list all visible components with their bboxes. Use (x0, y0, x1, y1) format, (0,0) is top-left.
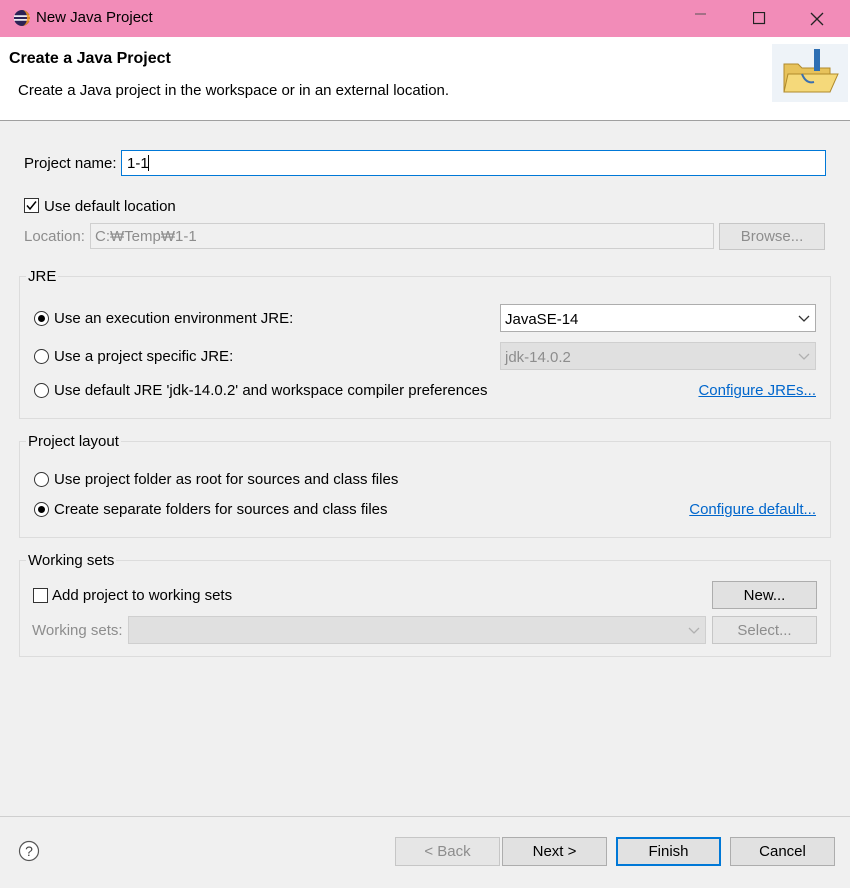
project-name-label: Project name: (24, 155, 117, 172)
layout-separate-radio[interactable] (34, 502, 49, 517)
select-working-sets-button[interactable]: Select... (712, 616, 817, 644)
jre-exec-env-label[interactable]: Use an execution environment JRE: (54, 310, 293, 327)
browse-button[interactable]: Browse... (719, 223, 825, 250)
add-to-working-sets-label[interactable]: Add project to working sets (52, 587, 232, 604)
location-value: C:₩Temp₩1-1 (95, 228, 197, 245)
jre-project-specific-label[interactable]: Use a project specific JRE: (54, 348, 233, 365)
jre-default-label[interactable]: Use default JRE 'jdk-14.0.2' and workspa… (54, 382, 487, 399)
jre-group-title: JRE (26, 268, 59, 285)
page-title: Create a Java Project (9, 50, 171, 67)
project-specific-jre-value: jdk-14.0.2 (505, 349, 571, 366)
footer-divider (0, 816, 850, 817)
jre-project-specific-radio[interactable] (34, 349, 49, 364)
project-name-value: 1-1 (127, 155, 149, 172)
next-button[interactable]: Next > (502, 837, 607, 866)
folder-icon (772, 44, 848, 102)
use-default-location-label[interactable]: Use default location (44, 198, 176, 215)
exec-env-value: JavaSE-14 (505, 311, 579, 328)
maximize-icon (752, 12, 765, 25)
text-cursor (148, 155, 149, 172)
finish-button[interactable]: Finish (616, 837, 721, 866)
layout-root-label[interactable]: Use project folder as root for sources a… (54, 471, 398, 488)
chevron-down-icon (688, 627, 700, 634)
layout-root-radio[interactable] (34, 472, 49, 487)
working-sets-group-title: Working sets (26, 552, 117, 569)
help-glyph: ? (25, 843, 33, 859)
new-working-set-button[interactable]: New... (712, 581, 817, 609)
configure-default-link[interactable]: Configure default... (689, 501, 816, 518)
location-label: Location: (24, 228, 85, 245)
layout-separate-label[interactable]: Create separate folders for sources and … (54, 501, 388, 518)
back-button[interactable]: < Back (395, 837, 500, 866)
project-specific-jre-select[interactable]: jdk-14.0.2 (500, 342, 816, 370)
exec-env-select[interactable]: JavaSE-14 (500, 304, 816, 332)
configure-jres-link[interactable]: Configure JREs... (698, 382, 816, 399)
checkmark-icon (26, 201, 37, 211)
use-default-location-checkbox[interactable] (24, 198, 39, 213)
project-name-input[interactable]: 1-1 (121, 150, 826, 176)
cancel-button[interactable]: Cancel (730, 837, 835, 866)
help-icon[interactable]: ? (18, 840, 40, 862)
working-sets-select[interactable] (128, 616, 706, 644)
project-layout-group-title: Project layout (26, 433, 121, 450)
page-description: Create a Java project in the workspace o… (18, 82, 450, 99)
working-sets-label: Working sets: (32, 622, 123, 639)
location-input[interactable]: C:₩Temp₩1-1 (90, 223, 714, 249)
project-layout-group (19, 441, 831, 538)
minimize-button[interactable] (672, 0, 730, 37)
window-title: New Java Project (36, 9, 153, 26)
eclipse-icon (14, 10, 30, 26)
minimize-icon (695, 13, 706, 14)
add-to-working-sets-checkbox[interactable] (33, 588, 48, 603)
chevron-down-icon (798, 315, 810, 322)
jre-exec-env-radio[interactable] (34, 311, 49, 326)
close-button[interactable] (788, 0, 846, 37)
close-icon (810, 12, 824, 25)
chevron-down-icon (798, 353, 810, 360)
maximize-button[interactable] (730, 0, 788, 37)
jre-default-radio[interactable] (34, 383, 49, 398)
